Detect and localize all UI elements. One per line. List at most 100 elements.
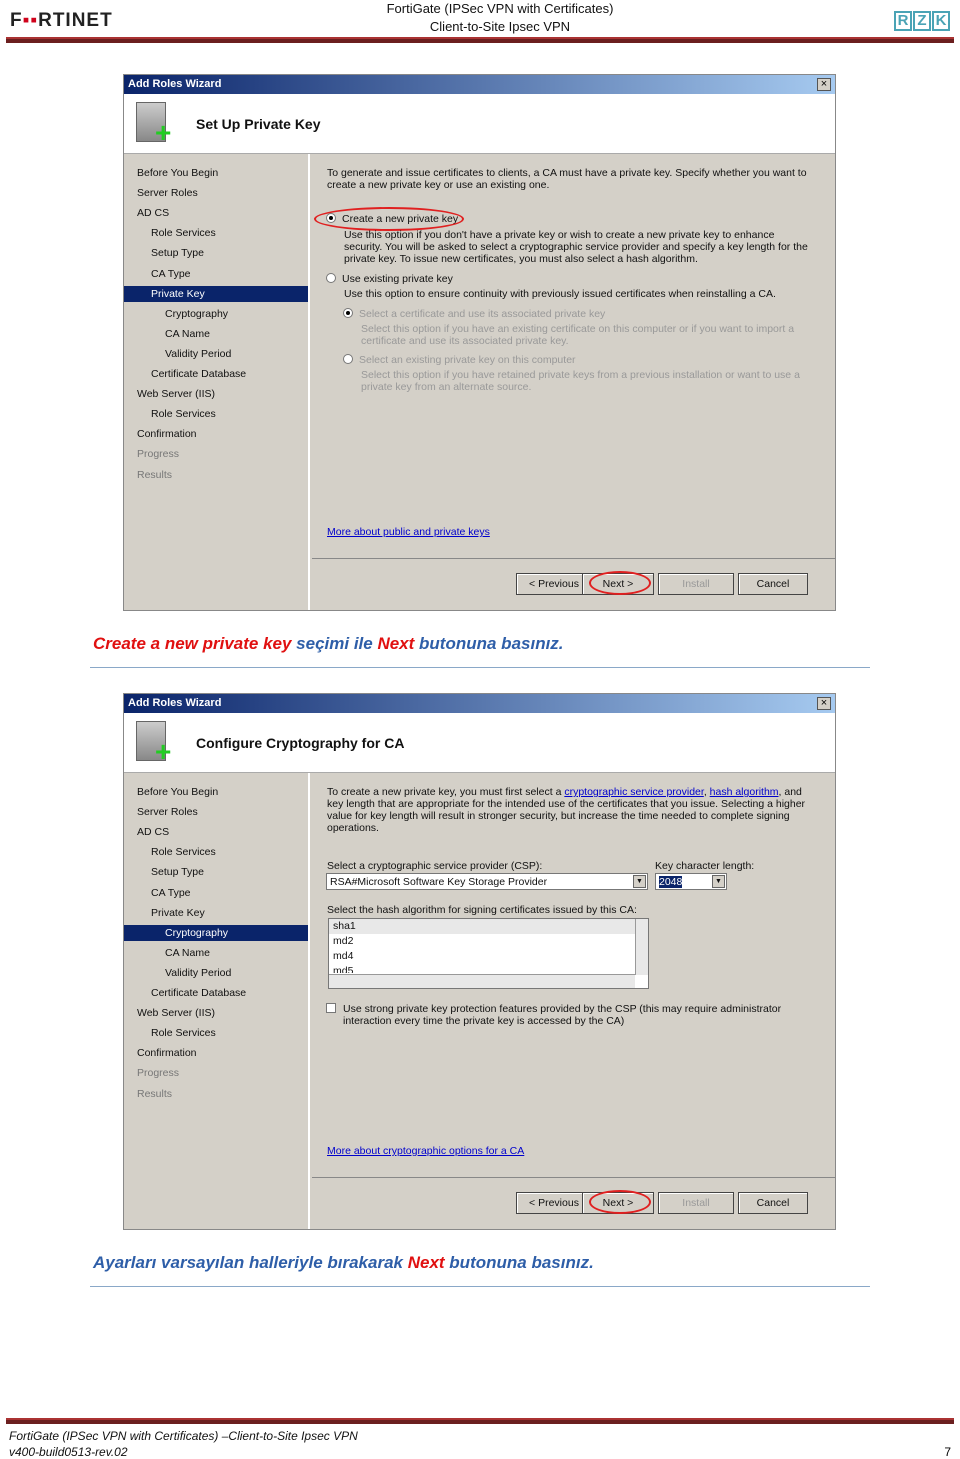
wizard-steps: Before You Begin Server Roles AD CS Role Se… xyxy=(124,773,310,1229)
close-button[interactable]: × xyxy=(817,697,831,710)
more-info-link[interactable]: More about public and private keys xyxy=(327,526,490,538)
cancel-button[interactable]: Cancel xyxy=(738,1192,808,1214)
radio-use-existing-key[interactable]: Use existing private key xyxy=(326,273,453,285)
wizard-step: AD CS xyxy=(137,207,170,220)
intro-text: To create a new private key, you must fi… xyxy=(327,786,812,834)
cancel-button[interactable]: Cancel xyxy=(738,573,808,595)
wizard-step: Role Services xyxy=(151,846,216,859)
wizard-step: CA Name xyxy=(165,946,210,959)
use-existing-desc: Use this option to ensure continuity wit… xyxy=(344,288,776,300)
wizard-step: Certificate Database xyxy=(151,368,247,380)
wizard-step: Cryptography xyxy=(124,924,308,941)
intro-text: To generate and issue certificates to cl… xyxy=(327,167,807,191)
wizard-step: Confirmation xyxy=(137,1047,197,1060)
wizard-step: Role Services xyxy=(151,408,216,421)
highlight-circle xyxy=(589,1190,651,1214)
vertical-scrollbar[interactable] xyxy=(635,919,648,975)
wizard-step: Progress xyxy=(137,448,180,461)
csp-select[interactable]: RSA#Microsoft Software Key Storage Provi… xyxy=(326,873,648,890)
wizard-step: Role Services xyxy=(151,1027,216,1040)
more-info-link[interactable]: More about cryptographic options for a C… xyxy=(327,1145,524,1157)
hash-algorithm-list[interactable]: sha1 md2 md4 md5 xyxy=(328,918,649,989)
list-item[interactable]: md4 xyxy=(329,949,648,964)
radio-icon xyxy=(343,354,353,364)
wizard-step: Cryptography xyxy=(165,307,229,320)
server-role-icon xyxy=(136,102,171,149)
highlight-circle xyxy=(589,571,651,595)
wizard-step: Web Server (IIS) xyxy=(137,1007,215,1020)
title-bar: Add Roles Wizard xyxy=(124,694,835,713)
wizard-step: Results xyxy=(137,468,173,481)
page-title: Configure Cryptography for CA xyxy=(196,735,405,751)
install-button[interactable]: Install xyxy=(658,1192,734,1214)
wizard-step: Private Key xyxy=(124,285,308,302)
wizard-step: Setup Type xyxy=(151,247,204,260)
radio-select-certificate[interactable]: Select a certificate and use its associa… xyxy=(343,308,605,320)
radio-select-existing-key[interactable]: Select an existing private key on this c… xyxy=(343,354,576,366)
key-length-value: 2048 xyxy=(659,876,683,888)
wizard-step: Role Services xyxy=(151,227,216,240)
wizard-step: Setup Type xyxy=(151,866,204,879)
footer-version: v400-build0513-rev.02 xyxy=(9,1445,128,1459)
wizard-step: Before You Begin xyxy=(137,167,219,179)
intro-part: To create a new private key, you must fi… xyxy=(327,786,565,798)
title-bar: Add Roles Wizard xyxy=(124,75,835,94)
wizard-step: Progress xyxy=(137,1067,180,1080)
radio-label: Select an existing private key on this c… xyxy=(359,354,576,366)
wizard-private-key: Add Roles Wizard × Set Up Private Key Be… xyxy=(123,74,836,611)
caption-2: Ayarları varsayılan halleriyle bırakarak… xyxy=(93,1253,594,1273)
header-title-line2: Client-to-Site Ipsec VPN xyxy=(429,19,571,34)
footer-title: FortiGate (IPSec VPN with Certificates) … xyxy=(9,1429,358,1443)
wizard-step: Private Key xyxy=(151,906,205,919)
header-divider xyxy=(6,37,954,43)
horizontal-scrollbar[interactable] xyxy=(329,974,635,988)
create-new-desc: Use this option if you don't have a priv… xyxy=(344,229,808,265)
wizard-step: Validity Period xyxy=(165,966,232,979)
page-number: 7 xyxy=(944,1445,951,1459)
button-bar: < Previous Next > Install Cancel xyxy=(312,558,835,610)
install-button[interactable]: Install xyxy=(658,573,734,595)
wizard-step: Before You Begin xyxy=(137,786,219,798)
strong-protection-checkbox[interactable]: Use strong private key protection featur… xyxy=(326,1003,816,1027)
list-item[interactable]: sha1 xyxy=(329,919,648,934)
wizard-step: AD CS xyxy=(137,826,170,839)
caption-text: seçimi ile xyxy=(291,634,378,653)
wizard-step: CA Type xyxy=(151,267,191,280)
csp-label: Select a cryptographic service provider … xyxy=(327,860,543,872)
list-item[interactable]: md2 xyxy=(329,934,648,949)
chevron-down-icon: ▼ xyxy=(633,875,646,888)
page-title: Set Up Private Key xyxy=(196,116,321,132)
dialog-header: Set Up Private Key xyxy=(124,94,835,154)
radio-label: Select a certificate and use its associa… xyxy=(359,308,606,320)
wizard-step: Validity Period xyxy=(165,347,232,360)
rzk-logo: RZK xyxy=(894,11,950,31)
footer-divider xyxy=(6,1418,954,1424)
server-role-icon xyxy=(136,721,171,768)
key-length-select[interactable]: 2048 ▼ xyxy=(655,873,727,890)
header-title-line1: FortiGate (IPSec VPN with Certificates) xyxy=(386,1,614,16)
radio-icon xyxy=(343,308,353,318)
dialog-header: Configure Cryptography for CA xyxy=(124,713,835,773)
wizard-step: Server Roles xyxy=(137,806,198,819)
chevron-down-icon: ▼ xyxy=(712,875,725,888)
header-title: FortiGate (IPSec VPN with Certificates) … xyxy=(0,0,960,36)
select-existing-key-desc: Select this option if you have retained … xyxy=(361,369,800,393)
checkbox-label: Use strong private key protection featur… xyxy=(343,1003,782,1027)
list-item[interactable]: md5 xyxy=(329,964,648,973)
close-button[interactable]: × xyxy=(817,78,831,91)
wizard-step: Certificate Database xyxy=(151,987,247,999)
caption-1: Create a new private key seçimi ile Next… xyxy=(93,634,564,654)
select-certificate-desc: Select this option if you have an existi… xyxy=(361,323,795,347)
previous-button[interactable]: < Previous xyxy=(516,1192,592,1214)
wizard-content: To create a new private key, you must fi… xyxy=(312,773,835,1229)
csp-link[interactable]: cryptographic service provider xyxy=(564,786,703,798)
hash-link[interactable]: hash algorithm xyxy=(710,786,779,798)
wizard-cryptography: Add Roles Wizard × Configure Cryptograph… xyxy=(123,693,836,1230)
hash-label: Select the hash algorithm for signing ce… xyxy=(327,904,637,916)
caption-emph: Next xyxy=(377,634,415,653)
previous-button[interactable]: < Previous xyxy=(516,573,592,595)
checkbox-icon xyxy=(326,1003,336,1013)
csp-value: RSA#Microsoft Software Key Storage Provi… xyxy=(330,876,548,888)
caption-text: butonuna basınız. xyxy=(444,1253,594,1272)
caption-emph: Create a new private key xyxy=(93,634,292,653)
